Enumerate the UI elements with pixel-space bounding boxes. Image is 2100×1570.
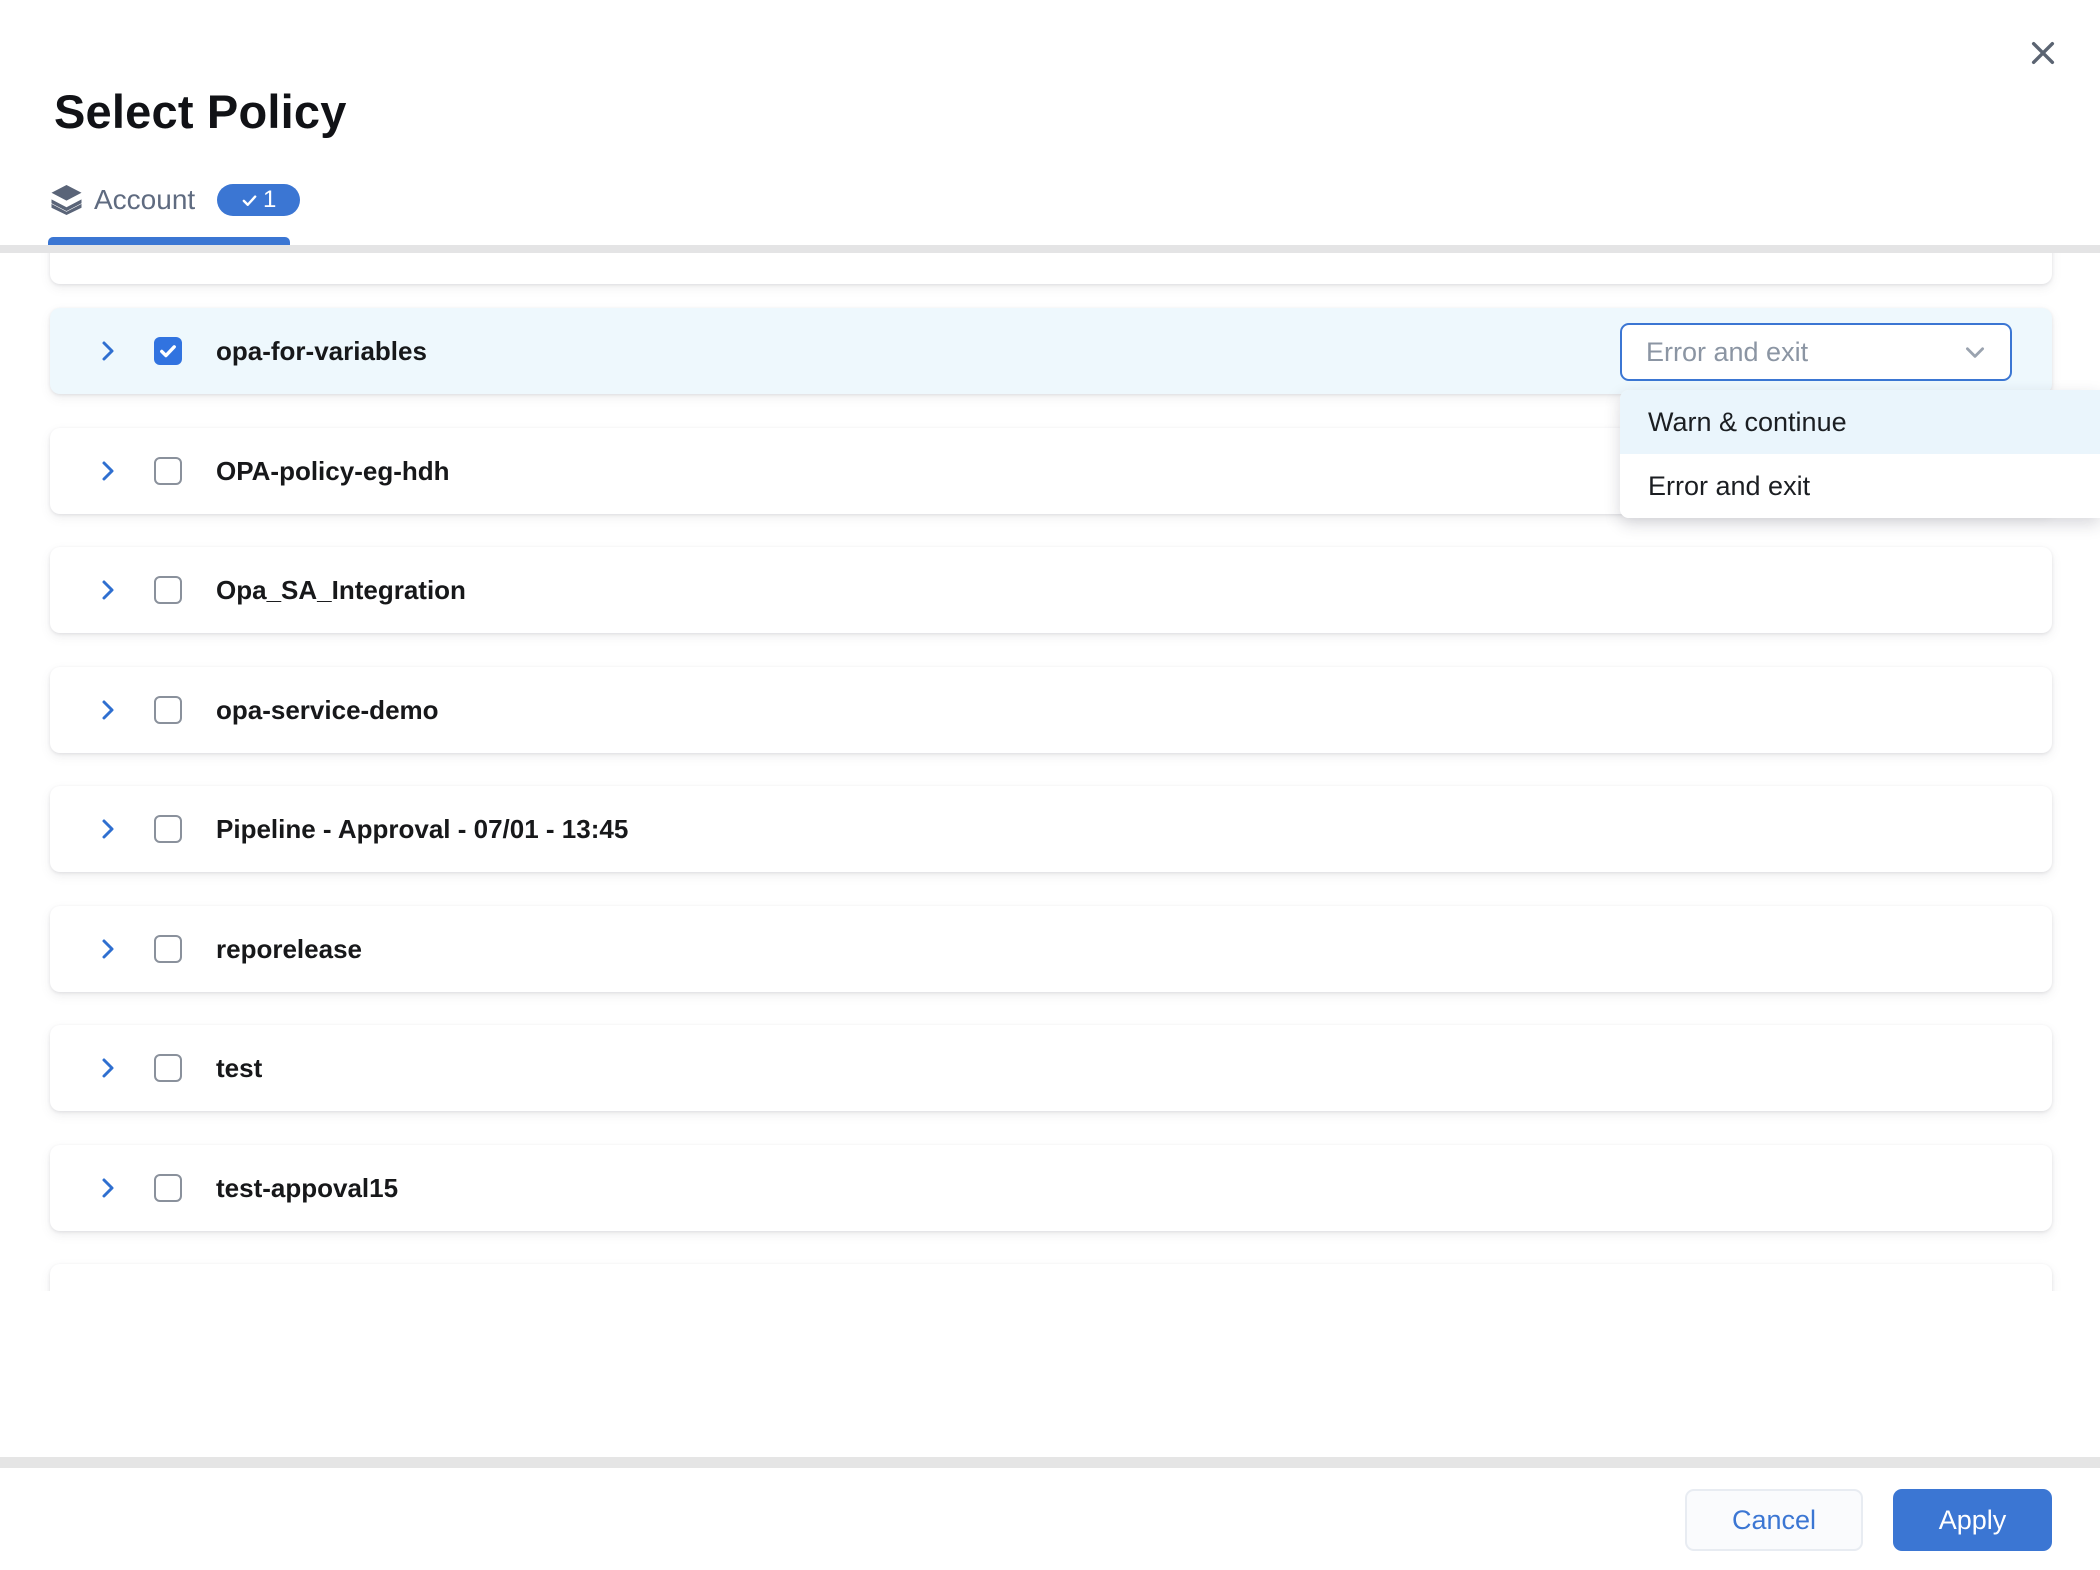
close-button[interactable]: [2020, 30, 2066, 76]
policy-row[interactable]: opa-service-demo: [50, 667, 2052, 753]
action-select-value: Error and exit: [1646, 337, 1808, 368]
policy-row-partial-bottom[interactable]: [50, 1264, 2052, 1291]
check-icon: [241, 192, 258, 209]
policy-name: opa-for-variables: [216, 336, 427, 367]
policy-row[interactable]: opa-for-variables Error and exit: [50, 308, 2052, 394]
expand-chevron-icon[interactable]: [96, 937, 120, 961]
close-icon: [2027, 37, 2059, 69]
policy-row[interactable]: test-appoval15: [50, 1145, 2052, 1231]
policy-row-partial-top[interactable]: [50, 253, 2052, 284]
policy-row[interactable]: test: [50, 1025, 2052, 1111]
modal-title: Select Policy: [54, 84, 347, 139]
layers-icon: [48, 182, 85, 218]
policy-name: test: [216, 1053, 262, 1084]
policy-name: OPA-policy-eg-hdh: [216, 456, 450, 487]
expand-chevron-icon[interactable]: [96, 339, 120, 363]
tabs-divider: [0, 245, 2100, 253]
check-icon: [158, 341, 178, 361]
policy-checkbox[interactable]: [154, 696, 182, 724]
policy-name: test-appoval15: [216, 1173, 398, 1204]
tab-account[interactable]: Account 1: [48, 180, 300, 220]
expand-chevron-icon[interactable]: [96, 817, 120, 841]
policy-row[interactable]: Opa_SA_Integration: [50, 547, 2052, 633]
expand-chevron-icon[interactable]: [96, 1056, 120, 1080]
footer-divider: [0, 1457, 2100, 1468]
cancel-button[interactable]: Cancel: [1685, 1489, 1863, 1551]
policy-name: reporelease: [216, 934, 362, 965]
dropdown-option-warn-continue[interactable]: Warn & continue: [1620, 390, 2100, 454]
policy-row[interactable]: reporelease: [50, 906, 2052, 992]
policy-checkbox-checked[interactable]: [154, 337, 182, 365]
policy-row[interactable]: Pipeline - Approval - 07/01 - 13:45: [50, 786, 2052, 872]
chevron-down-icon: [1962, 339, 1988, 365]
policy-checkbox[interactable]: [154, 1174, 182, 1202]
policy-checkbox[interactable]: [154, 576, 182, 604]
expand-chevron-icon[interactable]: [96, 578, 120, 602]
policy-name: opa-service-demo: [216, 695, 439, 726]
policy-checkbox[interactable]: [154, 1054, 182, 1082]
expand-chevron-icon[interactable]: [96, 459, 120, 483]
policy-name: Opa_SA_Integration: [216, 575, 466, 606]
apply-button[interactable]: Apply: [1893, 1489, 2052, 1551]
policy-checkbox[interactable]: [154, 457, 182, 485]
policy-name: Pipeline - Approval - 07/01 - 13:45: [216, 814, 628, 845]
tab-account-label: Account: [94, 184, 195, 216]
action-dropdown-menu: Warn & continue Error and exit: [1620, 390, 2100, 518]
selected-count-badge: 1: [217, 184, 300, 216]
select-policy-modal: Select Policy Account 1 opa-f: [0, 0, 2100, 1570]
selected-count: 1: [263, 186, 276, 214]
policy-checkbox[interactable]: [154, 815, 182, 843]
action-select[interactable]: Error and exit: [1620, 323, 2012, 381]
dropdown-option-error-exit[interactable]: Error and exit: [1620, 454, 2100, 518]
expand-chevron-icon[interactable]: [96, 698, 120, 722]
expand-chevron-icon[interactable]: [96, 1176, 120, 1200]
policy-list: opa-for-variables Error and exit Warn & …: [0, 253, 2100, 1291]
policy-checkbox[interactable]: [154, 935, 182, 963]
